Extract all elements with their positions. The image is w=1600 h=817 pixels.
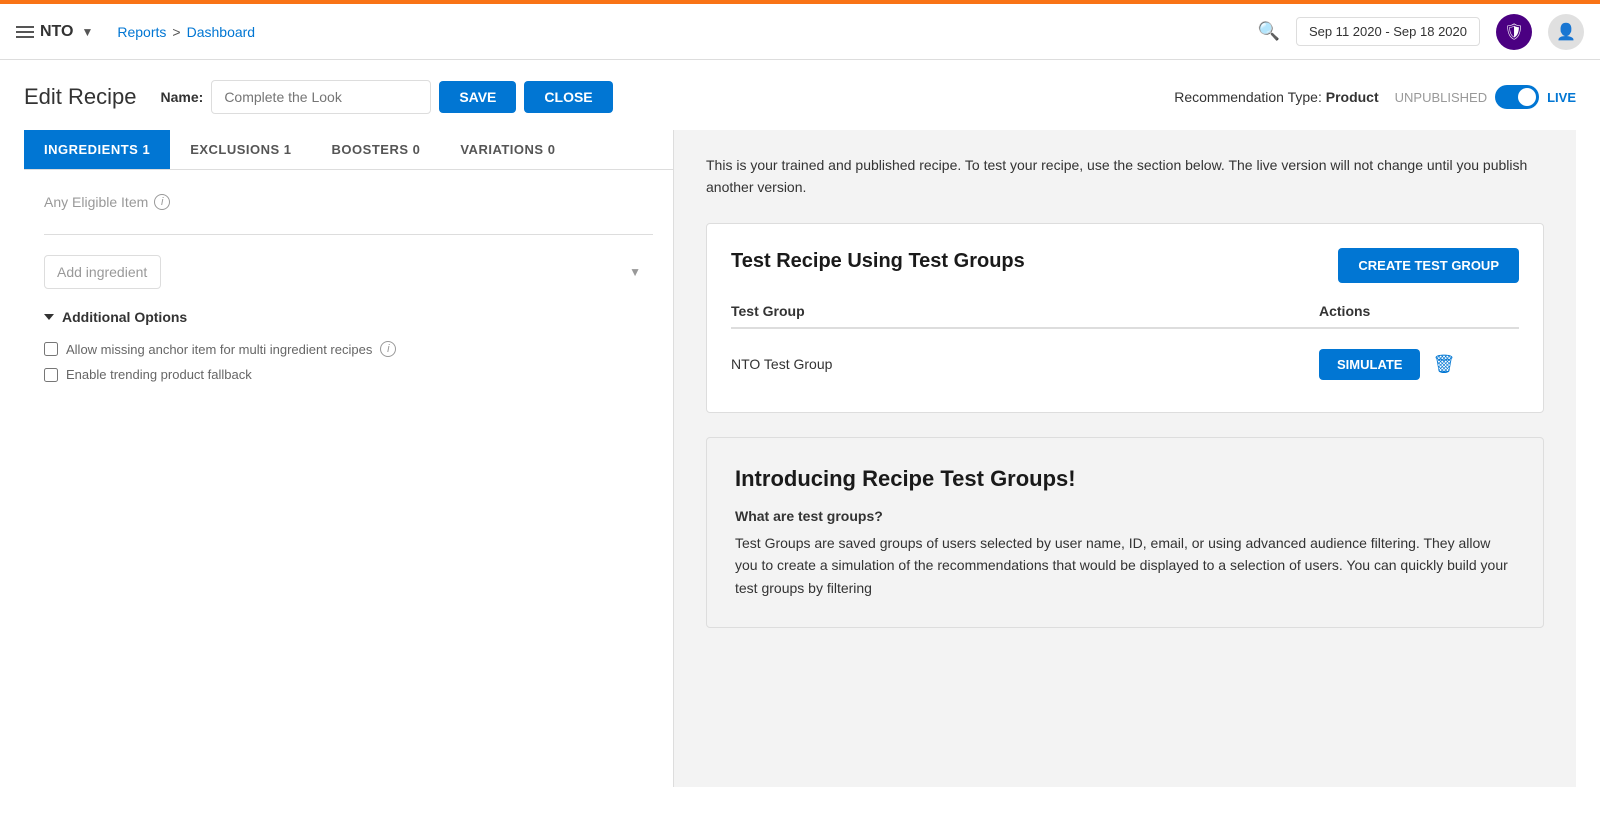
triangle-down-icon <box>44 314 54 320</box>
intro-recipe-test-groups-card: Introducing Recipe Test Groups! What are… <box>706 437 1544 628</box>
add-ingredient-select[interactable]: Add ingredient <box>44 255 161 289</box>
test-recipe-header: Test Recipe Using Test Groups CREATE TES… <box>731 248 1519 283</box>
create-test-group-button[interactable]: CREATE TEST GROUP <box>1338 248 1519 283</box>
additional-options-toggle[interactable]: Additional Options <box>44 309 653 325</box>
toggle-unpublished-label: UNPUBLISHED <box>1395 90 1487 105</box>
any-eligible-item-info-icon[interactable]: i <box>154 194 170 210</box>
left-panel: INGREDIENTS 1 EXCLUSIONS 1 BOOSTERS 0 VA… <box>24 130 674 787</box>
test-group-name: NTO Test Group <box>731 356 1319 372</box>
col-test-group: Test Group <box>731 303 1319 319</box>
checkbox-missing-anchor-label: Allow missing anchor item for multi ingr… <box>66 342 372 357</box>
tab-boosters[interactable]: BOOSTERS 0 <box>312 130 441 169</box>
right-inner: This is your trained and published recip… <box>674 130 1576 652</box>
add-ingredient-row: Add ingredient ▼ <box>44 255 653 289</box>
checkbox1-info-icon[interactable]: i <box>380 341 396 357</box>
publish-toggle[interactable] <box>1495 85 1539 109</box>
tab-exclusions[interactable]: EXCLUSIONS 1 <box>170 130 311 169</box>
breadcrumb-reports[interactable]: Reports <box>117 24 166 40</box>
intro-body-text: Test Groups are saved groups of users se… <box>735 532 1515 599</box>
breadcrumb-dashboard[interactable]: Dashboard <box>187 24 256 40</box>
user-avatar[interactable]: 👤 <box>1548 14 1584 50</box>
delete-icon[interactable]: 🗑 <box>1432 354 1455 375</box>
test-group-row: NTO Test Group SIMULATE 🗑 <box>731 341 1519 388</box>
left-content-area: Any Eligible Item i Add ingredient ▼ <box>24 170 673 787</box>
test-group-actions: SIMULATE 🗑 <box>1319 349 1519 380</box>
hamburger-icon[interactable] <box>16 26 34 38</box>
intro-subtitle: What are test groups? <box>735 508 1515 524</box>
additional-options-section: Additional Options Allow missing anchor … <box>44 309 653 382</box>
checkbox-trending-fallback-label: Enable trending product fallback <box>66 367 252 382</box>
date-range-display[interactable]: Sep 11 2020 - Sep 18 2020 <box>1296 17 1480 46</box>
search-button[interactable]: 🔍 <box>1258 21 1280 42</box>
checkbox-trending-fallback[interactable] <box>44 368 58 382</box>
test-groups-table-header: Test Group Actions <box>731 303 1519 329</box>
shield-avatar[interactable]: 🛡 <box>1496 14 1532 50</box>
trained-published-text: This is your trained and published recip… <box>706 154 1544 199</box>
header-right: 🔍 Sep 11 2020 - Sep 18 2020 🛡 👤 <box>1258 14 1584 50</box>
test-recipe-title: Test Recipe Using Test Groups <box>731 248 1025 274</box>
recommendation-type-label: Recommendation Type: Product <box>1174 89 1378 105</box>
tab-ingredients[interactable]: INGREDIENTS 1 <box>24 130 170 169</box>
simulate-button[interactable]: SIMULATE <box>1319 349 1420 380</box>
intro-title: Introducing Recipe Test Groups! <box>735 466 1515 492</box>
header: NTO ▼ Reports > Dashboard 🔍 Sep 11 2020 … <box>0 4 1600 60</box>
main-content: Edit Recipe Name: SAVE CLOSE Recommendat… <box>0 60 1600 787</box>
checkbox-missing-anchor[interactable] <box>44 342 58 356</box>
tab-variations[interactable]: VARIATIONS 0 <box>440 130 575 169</box>
nto-label: NTO <box>40 23 73 41</box>
test-recipe-card: Test Recipe Using Test Groups CREATE TES… <box>706 223 1544 413</box>
page-title: Edit Recipe <box>24 84 137 110</box>
col-actions: Actions <box>1319 303 1519 319</box>
checkbox-missing-anchor-row: Allow missing anchor item for multi ingr… <box>44 341 653 357</box>
name-label: Name: <box>161 89 204 105</box>
publish-toggle-group: UNPUBLISHED LIVE <box>1395 85 1576 109</box>
close-button[interactable]: CLOSE <box>524 81 612 113</box>
toggle-live-label: LIVE <box>1547 90 1576 105</box>
any-eligible-item: Any Eligible Item i <box>44 194 653 235</box>
tabs-bar: INGREDIENTS 1 EXCLUSIONS 1 BOOSTERS 0 VA… <box>24 130 673 170</box>
save-button[interactable]: SAVE <box>439 81 516 113</box>
test-groups-table: Test Group Actions NTO Test Group SIMULA… <box>731 303 1519 388</box>
breadcrumb: Reports > Dashboard <box>117 24 255 40</box>
right-panel: This is your trained and published recip… <box>674 130 1576 787</box>
recommendation-type-section: Recommendation Type: Product UNPUBLISHED… <box>1174 85 1576 109</box>
checkbox-trending-fallback-row: Enable trending product fallback <box>44 367 653 382</box>
logo-area[interactable]: NTO ▼ <box>16 23 93 41</box>
recipe-name-input[interactable] <box>211 80 431 114</box>
two-column-layout: INGREDIENTS 1 EXCLUSIONS 1 BOOSTERS 0 VA… <box>24 130 1576 787</box>
logo-dropdown-arrow[interactable]: ▼ <box>81 25 93 39</box>
add-ingredient-wrapper: Add ingredient ▼ <box>44 255 653 289</box>
add-ingredient-chevron-icon: ▼ <box>629 265 641 279</box>
recipe-header: Edit Recipe Name: SAVE CLOSE Recommendat… <box>24 80 1576 114</box>
breadcrumb-separator: > <box>172 24 180 40</box>
